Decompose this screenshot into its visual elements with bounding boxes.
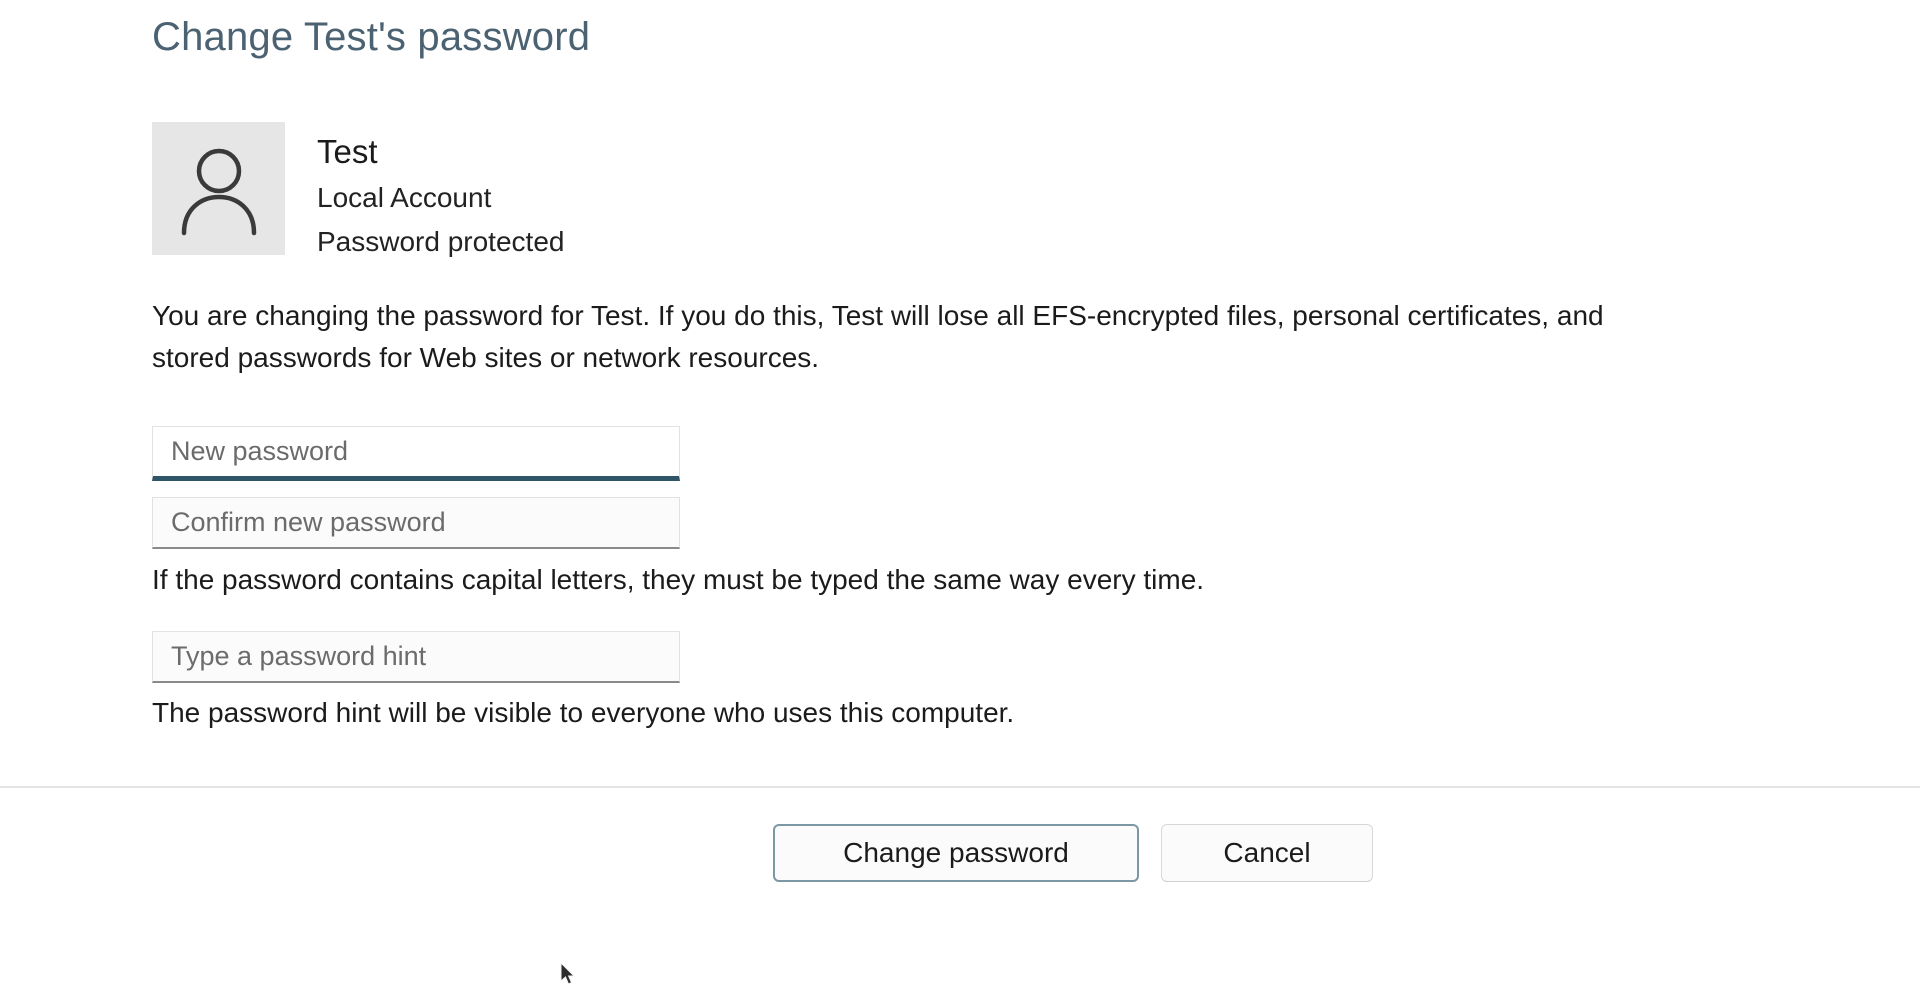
password-hint-input[interactable]: Type a password hint — [152, 631, 680, 683]
page-title: Change Test's password — [152, 15, 591, 59]
confirm-password-placeholder: Confirm new password — [171, 507, 446, 537]
new-password-input[interactable]: New password — [152, 426, 680, 481]
capital-letters-note: If the password contains capital letters… — [152, 564, 1205, 595]
change-password-button[interactable]: Change password — [773, 824, 1139, 882]
hint-visibility-note: The password hint will be visible to eve… — [152, 697, 1015, 728]
person-icon — [176, 141, 262, 237]
account-details: Test Local Account Password protected — [317, 128, 564, 264]
password-hint-placeholder: Type a password hint — [171, 641, 427, 671]
footer-button-group: Change password Cancel — [773, 824, 1373, 882]
description-text: You are changing the password for Test. … — [152, 300, 1604, 373]
cancel-button[interactable]: Cancel — [1161, 824, 1373, 882]
footer-divider — [0, 786, 1920, 788]
account-type: Local Account — [317, 182, 492, 213]
confirm-password-input[interactable]: Confirm new password — [152, 497, 680, 549]
new-password-placeholder: New password — [171, 436, 349, 466]
avatar — [152, 122, 285, 255]
account-summary: Test Local Account Password protected — [152, 122, 564, 264]
account-name: Test — [317, 133, 378, 170]
change-password-dialog: Change Test's password Test Local Accoun… — [0, 0, 1920, 985]
account-status: Password protected — [317, 226, 565, 257]
mouse-cursor — [560, 961, 578, 993]
